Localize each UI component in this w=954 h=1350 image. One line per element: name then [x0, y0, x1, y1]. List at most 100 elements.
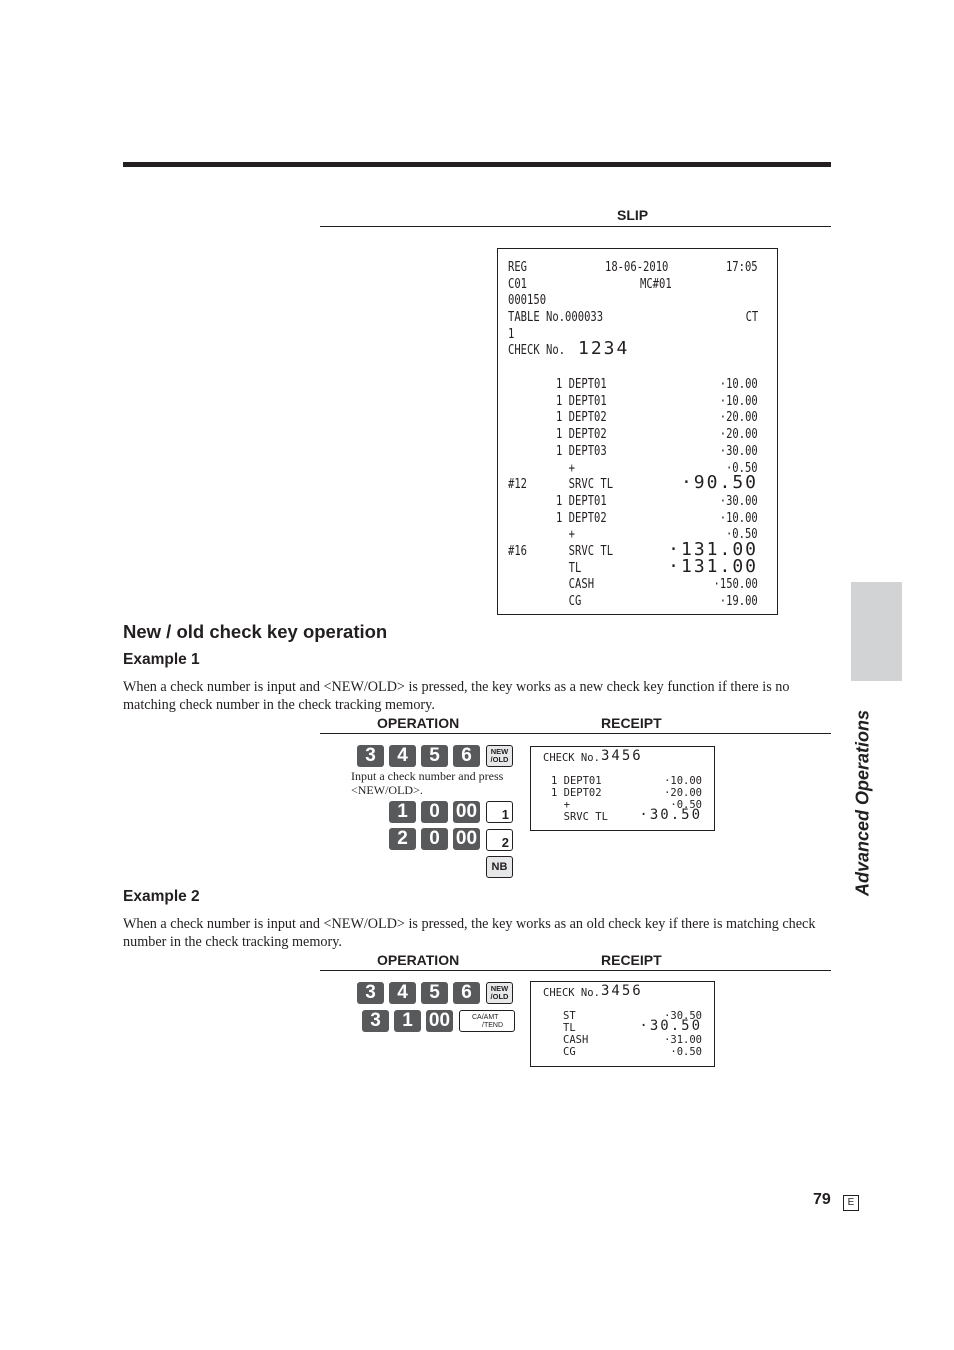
slip-item-amount: ·90.50 — [680, 472, 758, 494]
ca-amt-tend-key-bottom: /TEND — [482, 1022, 503, 1029]
slip-header-rule — [320, 226, 831, 227]
slip-item-amount: ·131.00 — [668, 555, 758, 577]
slip-item-amount: ·10.00 — [719, 509, 758, 526]
slip-check-row: CHECK No. 1234 — [508, 340, 758, 359]
receipt-line: CG ·0.50 — [543, 1046, 702, 1058]
receipt-line-amount: ·31.00 — [664, 1034, 702, 1046]
receipt-line-amount: ·0.50 — [670, 1046, 702, 1058]
key-0[interactable]: 0 — [421, 801, 448, 823]
slip-item-row: #12 SRVC TL ·90.50 — [508, 472, 758, 494]
example2-description: When a check number is input and <NEW/OL… — [123, 916, 816, 950]
key-00[interactable]: 00 — [453, 828, 480, 850]
slip-check-label: CHECK No. — [508, 342, 566, 358]
receipt-line-amount: ·30.50 — [639, 1018, 702, 1034]
example1-title: Example 1 — [123, 651, 200, 668]
receipt-line: 1 DEPT02 ·20.00 — [543, 787, 702, 799]
slip-header: SLIP — [617, 207, 649, 223]
slip-item-description: + — [556, 459, 576, 476]
receipt-line: CASH ·31.00 — [543, 1034, 702, 1046]
ca-amt-tend-key-top: CA/AMT — [472, 1014, 499, 1021]
slip-receipt: REG 18-06-2010 17:05 C01 MC#01 000150 TA… — [497, 248, 778, 615]
key-00[interactable]: 00 — [453, 801, 480, 823]
slip-item-amount: ·20.00 — [719, 426, 758, 443]
dept-key-1-label: 1 — [501, 807, 509, 822]
slip-item-description: CASH — [556, 576, 595, 593]
slip-item-row: TL ·131.00 — [508, 555, 758, 577]
key-4[interactable]: 4 — [389, 982, 416, 1004]
slip-item-description: 1 DEPT01 — [556, 392, 607, 409]
example1-header-rule — [320, 733, 831, 734]
example2-receipt: CHECK No. 3456 ST ·30.50 TL ·30.50 CASH ·31.0… — [530, 981, 715, 1067]
slip-item-row: 1 DEPT01 ·10.00 — [508, 376, 758, 393]
slip-item-description: + — [556, 526, 576, 543]
key-3[interactable]: 3 — [357, 745, 384, 767]
key-1[interactable]: 1 — [389, 801, 416, 823]
key-2[interactable]: 2 — [389, 828, 416, 850]
key-1[interactable]: 1 — [394, 1010, 421, 1032]
ca-amt-tend-key[interactable]: CA/AMT /TEND — [459, 1010, 515, 1032]
language-badge: E — [843, 1195, 859, 1211]
slip-item-amount: ·10.00 — [719, 392, 758, 409]
key-5[interactable]: 5 — [421, 982, 448, 1004]
slip-item-amount: ·150.00 — [713, 576, 758, 593]
receipt-line-description: TL — [563, 1022, 576, 1034]
slip-item-amount: ·19.00 — [719, 593, 758, 610]
slip-item-amount: ·20.00 — [719, 409, 758, 426]
dept-key-2[interactable]: 2 — [486, 829, 513, 851]
slip-item-description: 1 DEPT01 — [556, 492, 607, 509]
slip-item-number: #16 — [508, 543, 528, 559]
slip-consecutive-row: 000150 — [508, 292, 758, 309]
slip-item-row: 1 DEPT01 ·30.00 — [508, 493, 758, 510]
key-5[interactable]: 5 — [421, 745, 448, 767]
section-tab-label: Advanced Operations — [852, 709, 873, 896]
example2-header-rule — [320, 970, 831, 971]
new-old-key[interactable]: NEW /OLD — [486, 745, 513, 767]
example2-title: Example 2 — [123, 888, 200, 905]
slip-item-description: 1 DEPT02 — [556, 409, 607, 426]
section-title: New / old check key operation — [123, 621, 388, 642]
key-6[interactable]: 6 — [453, 745, 480, 767]
slip-item-description: TL — [556, 559, 582, 576]
receipt-line-amount: ·20.00 — [664, 787, 702, 799]
receipt-line-description: SRVC TL — [551, 811, 608, 823]
dept-key-2-label: 2 — [501, 835, 509, 850]
receipt-line-description: 1 DEPT02 — [551, 787, 602, 799]
slip-header-row: REG 18-06-2010 17:05 — [508, 259, 758, 276]
slip-item-description: 1 DEPT03 — [556, 442, 607, 459]
new-old-key-bottom: /OLD — [490, 992, 509, 1001]
example1-operation-header: OPERATION — [377, 715, 460, 731]
key-3[interactable]: 3 — [362, 1010, 389, 1032]
example2-operation-header: OPERATION — [377, 952, 460, 968]
key-6[interactable]: 6 — [453, 982, 480, 1004]
new-old-key[interactable]: NEW /OLD — [486, 982, 513, 1004]
key-00[interactable]: 00 — [426, 1010, 453, 1032]
slip-table-number: TABLE No.000033 — [508, 309, 604, 325]
key-3[interactable]: 3 — [357, 982, 384, 1004]
example2-receipt-header: RECEIPT — [601, 952, 662, 968]
slip-item-row: 1 DEPT02 ·20.00 — [508, 426, 758, 443]
slip-consecutive-number: 000150 — [508, 292, 547, 308]
slip-item-amount: ·30.00 — [719, 442, 758, 459]
slip-table-row: TABLE No.000033 CT — [508, 309, 758, 326]
slip-item-description: SRVC TL — [556, 476, 614, 493]
key-0[interactable]: 0 — [421, 828, 448, 850]
slip-item-amount: ·10.00 — [719, 376, 758, 392]
dept-key-1[interactable]: 1 — [486, 801, 513, 823]
receipt-line-amount: ·30.50 — [639, 807, 702, 823]
slip-item-row: CASH ·150.00 — [508, 576, 758, 593]
slip-item-amount: ·30.00 — [719, 492, 758, 509]
receipt-line: TL ·30.50 — [543, 1018, 702, 1034]
nb-key[interactable]: NB — [486, 856, 513, 878]
receipt-line-description: CG — [563, 1046, 576, 1058]
slip-item-description: 1 DEPT01 — [556, 376, 607, 392]
slip-machine: MC#01 — [640, 276, 672, 292]
receipt-line-description: + — [551, 799, 570, 811]
key-4[interactable]: 4 — [389, 745, 416, 767]
top-rule — [123, 162, 831, 167]
receipt-line-description: ST — [563, 1010, 576, 1022]
receipt-line-description: 1 DEPT01 — [551, 775, 602, 787]
section-tab — [851, 582, 902, 681]
example1-description: When a check number is input and <NEW/OL… — [123, 679, 790, 713]
receipt-line: 1 DEPT01 ·10.00 — [543, 775, 702, 787]
receipt-line: SRVC TL ·30.50 — [543, 807, 702, 823]
